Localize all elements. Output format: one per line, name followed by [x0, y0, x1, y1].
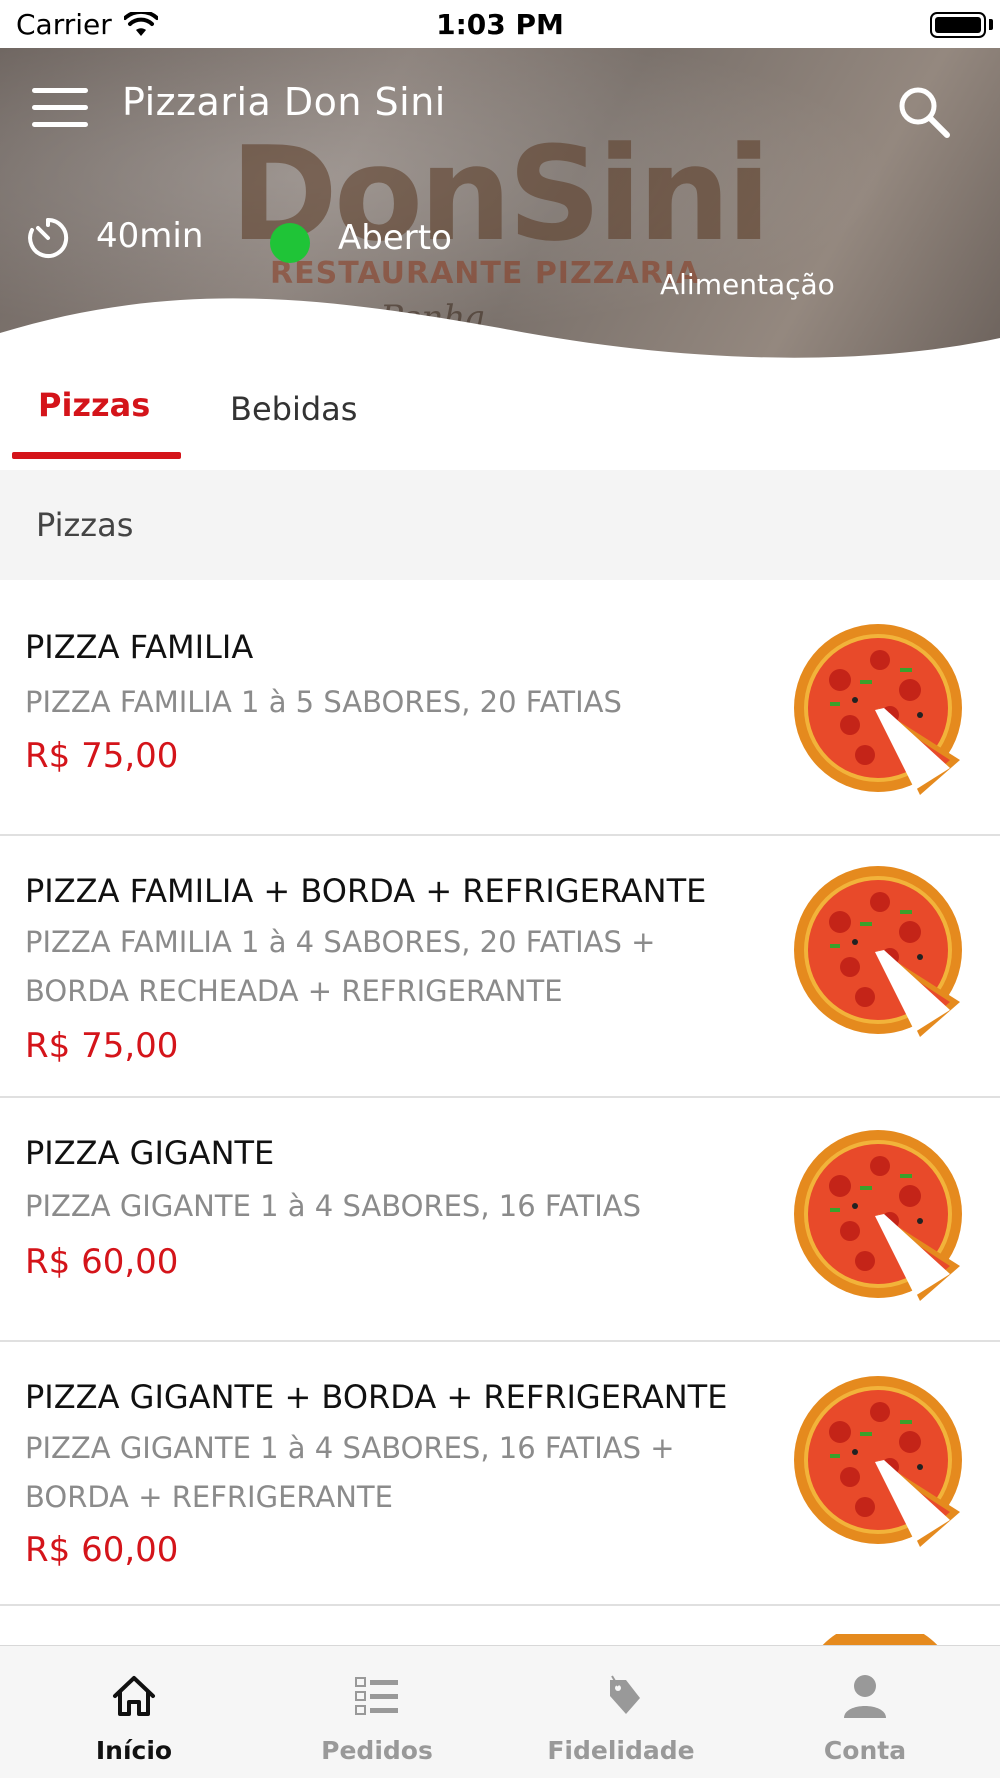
nav-label: Início	[95, 1736, 173, 1765]
delivery-time: 40min	[96, 216, 204, 256]
section-title: Pizzas	[36, 506, 134, 544]
product-item[interactable]: PIZZA GIGANTE PIZZA GIGANTE 1 à 4 SABORE…	[0, 1098, 1000, 1342]
product-name: PIZZA FAMILIA	[25, 628, 254, 666]
home-icon	[113, 1676, 155, 1716]
clock-time: 1:03 PM	[436, 8, 564, 41]
tab-pizzas[interactable]: Pizzas	[38, 386, 150, 424]
logo-brand: DonSini	[230, 118, 771, 270]
category-tabs: Pizzas Bebidas	[0, 368, 1000, 470]
status-bar: Carrier 1:03 PM	[0, 0, 1000, 48]
battery-icon	[930, 12, 986, 38]
nav-label: Conta	[823, 1736, 907, 1765]
product-price: R$ 60,00	[25, 1242, 179, 1282]
store-header: DonSini RESTAURANTE PIZZARIA Penha Pizza…	[0, 48, 1000, 368]
nav-item-inicio[interactable]: Início	[9, 1646, 259, 1778]
product-description: PIZZA FAMILIA 1 à 4 SABORES, 20 FATIAS +…	[25, 925, 656, 1008]
section-header: Pizzas	[0, 470, 1000, 580]
pizza-image	[794, 624, 962, 795]
search-icon[interactable]	[896, 84, 952, 140]
product-item[interactable]: PIZZA FAMILIA PIZZA FAMILIA 1 à 5 SABORE…	[0, 580, 1000, 836]
pizza-image	[794, 1376, 962, 1547]
product-description: PIZZA GIGANTE 1 à 4 SABORES, 16 FATIAS +…	[25, 1431, 675, 1514]
nav-label: Pedidos	[321, 1736, 433, 1765]
pizza-image	[794, 1130, 962, 1301]
timer-icon	[28, 217, 69, 258]
nav-item-fidelidade[interactable]: Fidelidade	[496, 1646, 746, 1778]
header-wave-divider	[0, 298, 1000, 368]
product-price: R$ 60,00	[25, 1530, 179, 1570]
product-description: PIZZA FAMILIA 1 à 5 SABORES, 20 FATIAS	[25, 685, 622, 719]
open-status-label: Aberto	[338, 218, 452, 258]
account-icon	[844, 1675, 886, 1718]
product-item[interactable]: PIZZA GIGANTE + BORDA + REFRIGERANTE PIZ…	[0, 1342, 1000, 1606]
hamburger-menu-icon[interactable]	[32, 88, 88, 128]
product-name: PIZZA GIGANTE	[25, 1134, 275, 1172]
orders-list-icon	[355, 1677, 398, 1715]
nav-item-pedidos[interactable]: Pedidos	[252, 1646, 502, 1778]
product-name: PIZZA GIGANTE + BORDA + REFRIGERANTE	[25, 1378, 728, 1416]
product-description: PIZZA GIGANTE 1 à 4 SABORES, 16 FATIAS	[25, 1189, 641, 1223]
product-name: PIZZA FAMILIA + BORDA + REFRIGERANTE	[25, 872, 707, 910]
product-item[interactable]: PIZZA FAMILIA + BORDA + REFRIGERANTE PIZ…	[0, 836, 1000, 1098]
bottom-navigation: Início Pedidos Fidelidade Conta	[0, 1645, 1000, 1778]
nav-label: Fidelidade	[547, 1736, 695, 1765]
pizza-image	[794, 866, 962, 1037]
tab-bebidas[interactable]: Bebidas	[230, 390, 357, 428]
nav-item-conta[interactable]: Conta	[740, 1646, 990, 1778]
loyalty-tag-icon	[610, 1675, 640, 1714]
page-title: Pizzaria Don Sini	[122, 80, 446, 124]
product-price: R$ 75,00	[25, 1026, 179, 1066]
active-tab-indicator	[12, 452, 181, 459]
product-price: R$ 75,00	[25, 736, 179, 776]
open-status-dot	[270, 223, 310, 263]
